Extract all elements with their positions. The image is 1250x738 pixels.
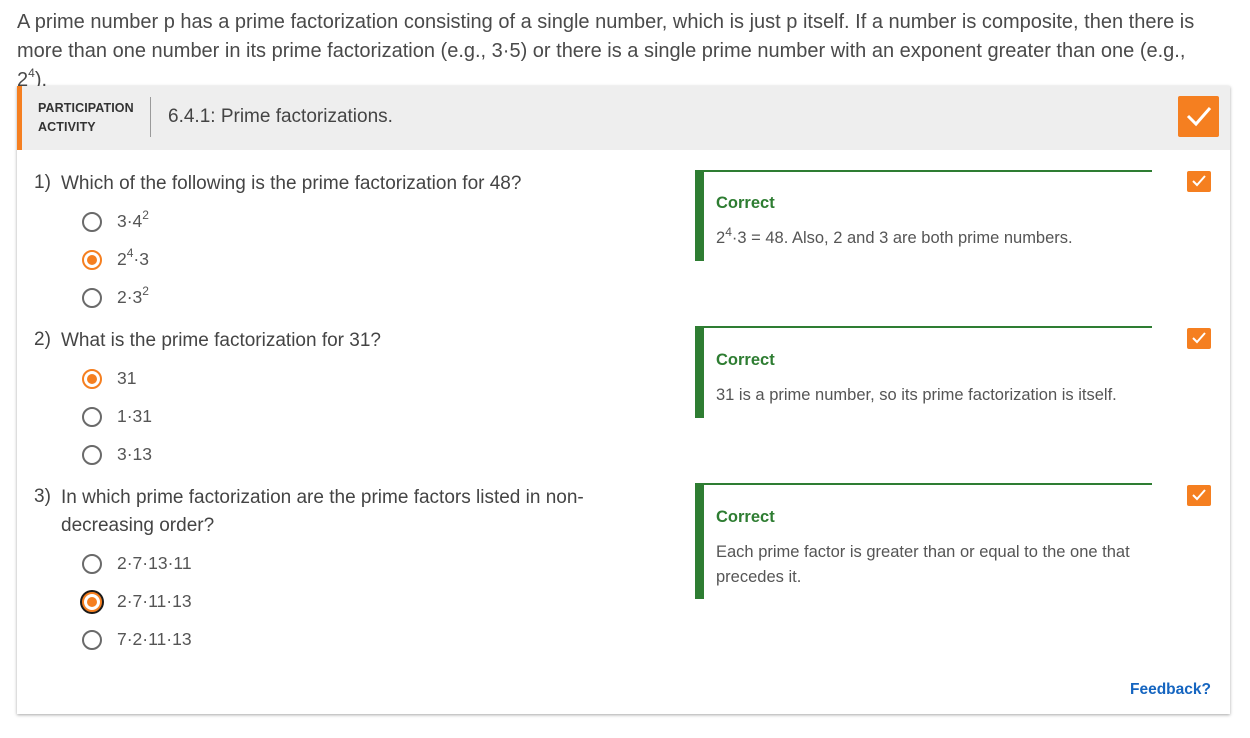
activity-type-line1: PARTICIPATION [38, 101, 134, 115]
option-label: 31 [117, 368, 137, 388]
question-2-option-3[interactable]: 3·13 [82, 441, 282, 471]
activity-type: PARTICIPATION ACTIVITY [38, 99, 134, 137]
feedback-title: Correct [716, 351, 775, 369]
question-1-feedback: Correct 24·3 = 48. Also, 2 and 3 are bot… [695, 170, 1152, 261]
feedback-bar [695, 326, 704, 418]
question-3-number: 3) [34, 486, 51, 507]
question-1-text: Which of the following is the prime fact… [61, 173, 522, 194]
question-3-option-1[interactable]: 2·7·13·11 [82, 550, 282, 580]
radio-button[interactable] [82, 212, 102, 232]
option-label: 2·32 [117, 284, 149, 307]
radio-button[interactable] [82, 288, 102, 308]
question-3-option-2[interactable]: 2·7·11·13 [82, 588, 282, 618]
option-label: 2·7·11·13 [117, 591, 192, 611]
question-2-number: 2) [34, 329, 51, 350]
intro-exponent: 4 [28, 66, 35, 81]
feedback-text: 24·3 = 48. Also, 2 and 3 are both prime … [716, 224, 1073, 248]
activity-header: PARTICIPATION ACTIVITY 6.4.1: Prime fact… [17, 86, 1230, 150]
question-2-text: What is the prime factorization for 31? [61, 330, 381, 351]
feedback-bar [695, 483, 704, 599]
feedback-text: 31 is a prime number, so its prime facto… [716, 386, 1117, 404]
radio-button[interactable] [82, 407, 102, 427]
feedback-text: Each prime factor is greater than or equ… [716, 543, 1130, 586]
option-label: 24·3 [117, 246, 149, 269]
question-1-check-icon [1187, 171, 1211, 192]
feedback-title: Correct [716, 194, 775, 212]
feedback-title: Correct [716, 508, 775, 526]
question-3-option-3[interactable]: 7·2·11·13 [82, 626, 282, 656]
question-1-option-1[interactable]: 3·42 [82, 208, 282, 238]
question-1-option-2[interactable]: 24·3 [82, 246, 282, 276]
feedback-link[interactable]: Feedback? [1130, 681, 1211, 699]
question-2-option-1[interactable]: 31 [82, 365, 282, 395]
question-3-text: In which prime factorization are the pri… [61, 487, 584, 536]
feedback-bar [695, 170, 704, 261]
question-1-number: 1) [34, 172, 51, 193]
intro-line1: A prime number p has a prime factorizati… [17, 11, 1195, 33]
option-label: 7·2·11·13 [117, 629, 192, 649]
activity-complete-check-icon [1178, 96, 1219, 137]
activity-accent-bar [17, 86, 22, 150]
participation-activity: PARTICIPATION ACTIVITY 6.4.1: Prime fact… [17, 86, 1230, 714]
radio-button-selected[interactable] [82, 369, 102, 389]
question-2-check-icon [1187, 328, 1211, 349]
radio-button[interactable] [82, 554, 102, 574]
question-3-feedback: Correct Each prime factor is greater tha… [695, 483, 1152, 599]
radio-button[interactable] [82, 445, 102, 465]
radio-button-selected[interactable] [82, 250, 102, 270]
activity-title: 6.4.1: Prime factorizations. [168, 106, 393, 127]
question-3-check-icon [1187, 485, 1211, 506]
option-label: 1·31 [117, 406, 153, 426]
activity-type-line2: ACTIVITY [38, 120, 96, 134]
header-divider [150, 97, 151, 137]
option-label: 3·42 [117, 208, 149, 231]
question-1-option-3[interactable]: 2·32 [82, 284, 282, 314]
intro-paragraph: A prime number p has a prime factorizati… [17, 8, 1217, 95]
option-label: 2·7·13·11 [117, 553, 192, 573]
question-2-option-2[interactable]: 1·31 [82, 403, 282, 433]
option-label: 3·13 [117, 444, 153, 464]
question-2-feedback: Correct 31 is a prime number, so its pri… [695, 326, 1152, 418]
radio-button[interactable] [82, 630, 102, 650]
intro-line2: more than one number in its prime factor… [17, 40, 1186, 91]
radio-button-selected[interactable] [82, 592, 102, 612]
